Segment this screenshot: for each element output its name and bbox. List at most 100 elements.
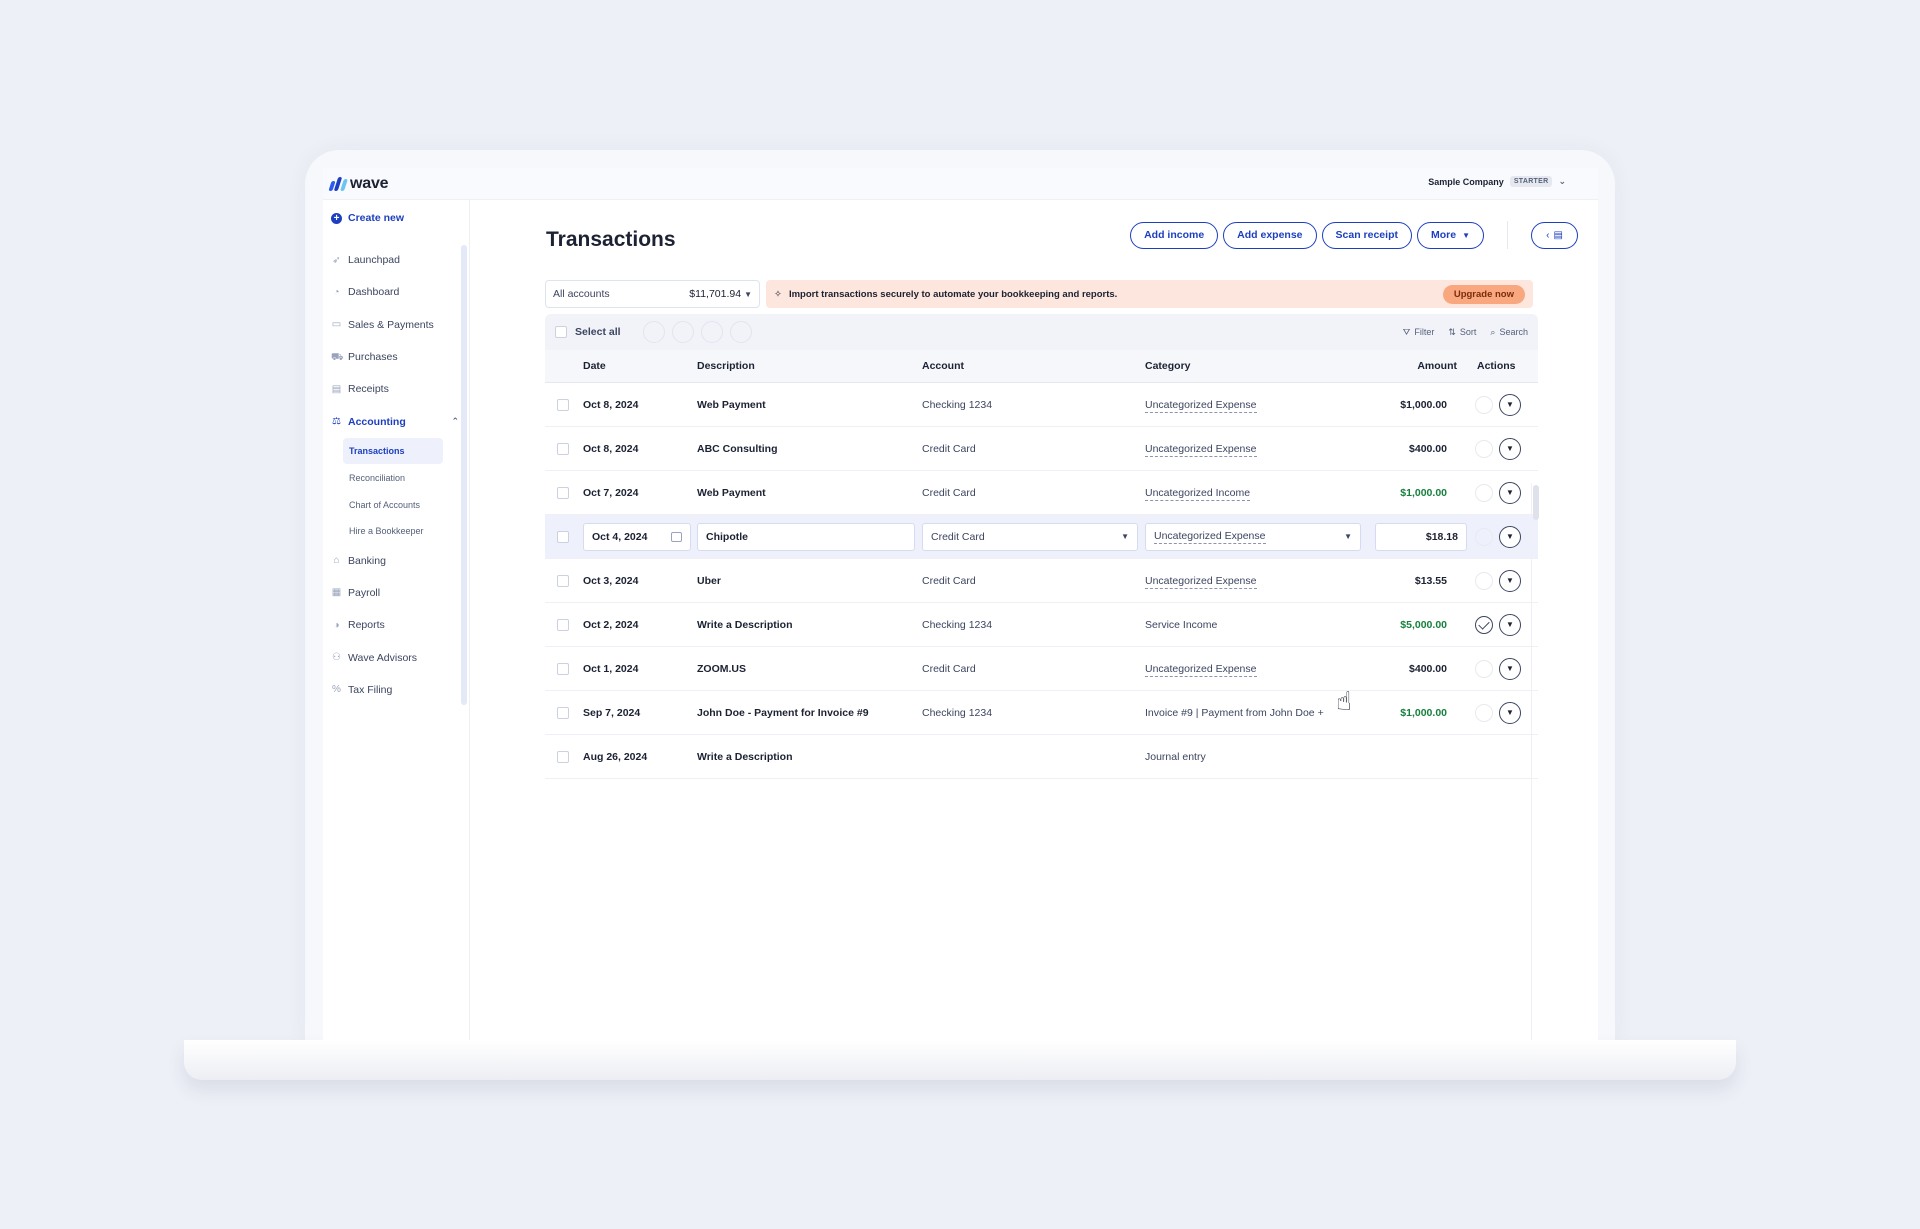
description-cell[interactable]: ABC Consulting	[695, 443, 920, 455]
scan-receipt-button[interactable]: Scan receipt	[1321, 221, 1412, 249]
table-row[interactable]: Oct 4, 2024 Chipotle Credit Card ▼ Uncategor…	[545, 515, 1538, 559]
table-row[interactable]: Sep 7, 2024 John Doe - Payment for Invoic…	[545, 691, 1538, 735]
row-menu-button[interactable]: ▼	[1499, 525, 1521, 548]
description-field[interactable]: Chipotle	[697, 522, 915, 551]
row-checkbox[interactable]	[557, 398, 569, 411]
sidebar-scrollbar[interactable]	[461, 245, 467, 705]
subnav-item-reconciliation[interactable]: Reconciliation	[343, 464, 443, 491]
bulk-action-icon[interactable]	[729, 321, 752, 343]
more-button[interactable]: More ▼	[1416, 221, 1484, 249]
sidebar-item-wave-advisors[interactable]: ⚇ Wave Advisors	[331, 641, 459, 673]
row-checkbox[interactable]	[557, 574, 569, 587]
wave-logo[interactable]: wave	[328, 175, 389, 193]
sidebar-item-banking[interactable]: ⌂ Banking	[331, 545, 459, 577]
table-row[interactable]: Oct 2, 2024 Write a Description Checking 1…	[545, 603, 1538, 647]
column-description[interactable]: Description	[695, 360, 920, 372]
row-menu-button[interactable]: ▼	[1499, 657, 1521, 680]
sort-button[interactable]: ⇅ Sort	[1448, 327, 1476, 338]
company-switcher[interactable]: Sample Company STARTER ⌄	[1428, 176, 1566, 187]
column-amount[interactable]: Amount	[1365, 360, 1457, 372]
table-row[interactable]: Aug 26, 2024 Write a Description Journal e…	[545, 735, 1538, 779]
search-button[interactable]: ⌕ Search	[1490, 327, 1528, 338]
row-menu-button[interactable]: ▼	[1499, 481, 1521, 504]
category-cell[interactable]: Uncategorized Expense	[1145, 574, 1257, 589]
table-row[interactable]: Oct 8, 2024 Web Payment Checking 1234 Uncat…	[545, 383, 1538, 427]
select-all-checkbox[interactable]	[555, 326, 567, 338]
panel-toggle-button[interactable]: ‹ ▤	[1531, 221, 1578, 249]
sidebar-item-sales-payments[interactable]: ▭ Sales & Payments	[331, 309, 459, 341]
add-income-button[interactable]: Add income	[1130, 221, 1219, 249]
row-checkbox[interactable]	[557, 442, 569, 455]
table-row[interactable]: Oct 1, 2024 ZOOM.US Credit Card Uncategoriz…	[545, 647, 1538, 691]
category-cell[interactable]: Service Income	[1145, 619, 1217, 631]
amount-field[interactable]: $18.18	[1375, 522, 1467, 551]
sidebar-item-accounting[interactable]: ⚖ Accounting ⌃	[331, 405, 459, 437]
sidebar-item-launchpad[interactable]: ➶ Launchpad	[331, 244, 459, 276]
column-account[interactable]: Account	[920, 360, 1143, 372]
mark-reviewed-icon[interactable]	[1475, 659, 1493, 678]
description-cell[interactable]: Write a Description	[695, 751, 920, 763]
table-row[interactable]: Oct 8, 2024 ABC Consulting Credit Card Unca…	[545, 427, 1538, 471]
subnav-item-transactions[interactable]: Transactions	[343, 437, 443, 465]
description-cell[interactable]: Web Payment	[695, 487, 920, 499]
mark-reviewed-icon[interactable]	[1475, 483, 1493, 502]
description-cell[interactable]: Web Payment	[695, 399, 920, 411]
category-cell[interactable]: Uncategorized Expense	[1145, 398, 1257, 413]
subnav-item-hire-a-bookkeeper[interactable]: Hire a Bookkeeper	[343, 518, 443, 545]
row-checkbox[interactable]	[557, 530, 569, 543]
category-cell[interactable]: Invoice #9 | Payment from John Doe +	[1145, 707, 1324, 719]
account-dropdown[interactable]: Credit Card ▼	[922, 522, 1138, 551]
row-menu-button[interactable]: ▼	[1499, 701, 1521, 724]
category-cell[interactable]: Uncategorized Expense	[1145, 662, 1257, 677]
account-cell[interactable]: Credit Card	[920, 663, 1143, 675]
table-row[interactable]: Oct 7, 2024 Web Payment Credit Card Uncateg…	[545, 471, 1538, 515]
description-cell[interactable]: ZOOM.US	[695, 663, 920, 675]
account-cell[interactable]: Credit Card	[920, 575, 1143, 587]
filter-button[interactable]: ⛛ Filter	[1403, 327, 1435, 338]
row-menu-button[interactable]: ▼	[1499, 569, 1521, 592]
account-cell[interactable]: Checking 1234	[920, 619, 1143, 631]
description-cell[interactable]: Write a Description	[695, 619, 920, 631]
row-menu-button[interactable]: ▼	[1499, 613, 1521, 636]
bulk-action-icon[interactable]	[700, 321, 723, 343]
row-checkbox[interactable]	[557, 706, 569, 719]
bulk-action-icon[interactable]	[671, 321, 694, 343]
category-cell[interactable]: Uncategorized Income	[1145, 486, 1251, 501]
create-new-button[interactable]: + Create new	[331, 212, 404, 224]
row-checkbox[interactable]	[557, 618, 569, 631]
sidebar-item-purchases[interactable]: ⛟ Purchases	[331, 341, 459, 373]
date-field[interactable]: Oct 4, 2024	[583, 522, 691, 551]
table-scrollbar[interactable]	[1531, 483, 1539, 1040]
sidebar-item-dashboard[interactable]: ◔ Dashboard	[331, 276, 459, 308]
description-cell[interactable]: John Doe - Payment for Invoice #9	[695, 707, 920, 719]
column-category[interactable]: Category	[1143, 360, 1365, 372]
sidebar-item-reports[interactable]: ◑ Reports	[331, 609, 459, 641]
category-cell[interactable]: Uncategorized Expense	[1145, 442, 1257, 457]
mark-reviewed-icon[interactable]	[1475, 615, 1493, 634]
table-row[interactable]: Oct 3, 2024 Uber Credit Card Uncategorized …	[545, 559, 1538, 603]
bulk-action-icon[interactable]	[642, 321, 665, 343]
account-cell[interactable]: Credit Card	[920, 443, 1143, 455]
mark-reviewed-icon[interactable]	[1475, 703, 1493, 722]
column-date[interactable]: Date	[581, 360, 695, 372]
description-cell[interactable]: Uber	[695, 575, 920, 587]
account-cell[interactable]: Checking 1234	[920, 707, 1143, 719]
row-menu-button[interactable]: ▼	[1499, 437, 1521, 460]
scrollbar-thumb[interactable]	[1533, 485, 1539, 520]
add-expense-button[interactable]: Add expense	[1223, 221, 1317, 249]
mark-reviewed-icon[interactable]	[1475, 571, 1493, 590]
account-cell[interactable]: Checking 1234	[920, 399, 1143, 411]
mark-reviewed-icon[interactable]	[1475, 527, 1493, 546]
account-select[interactable]: All accounts $11,701.94 ▼	[545, 280, 760, 308]
upgrade-now-button[interactable]: Upgrade now	[1442, 284, 1525, 304]
sidebar-item-tax-filing[interactable]: % Tax Filing	[331, 674, 459, 706]
row-checkbox[interactable]	[557, 750, 569, 763]
subnav-item-chart-of-accounts[interactable]: Chart of Accounts	[343, 491, 443, 518]
sidebar-item-payroll[interactable]: ▦ Payroll	[331, 577, 459, 609]
category-dropdown[interactable]: Uncategorized Expense ▼	[1145, 522, 1361, 551]
category-cell[interactable]: Journal entry	[1145, 751, 1206, 763]
row-menu-button[interactable]: ▼	[1499, 393, 1521, 416]
mark-reviewed-icon[interactable]	[1475, 439, 1493, 458]
row-checkbox[interactable]	[557, 662, 569, 675]
account-cell[interactable]: Credit Card	[920, 487, 1143, 499]
